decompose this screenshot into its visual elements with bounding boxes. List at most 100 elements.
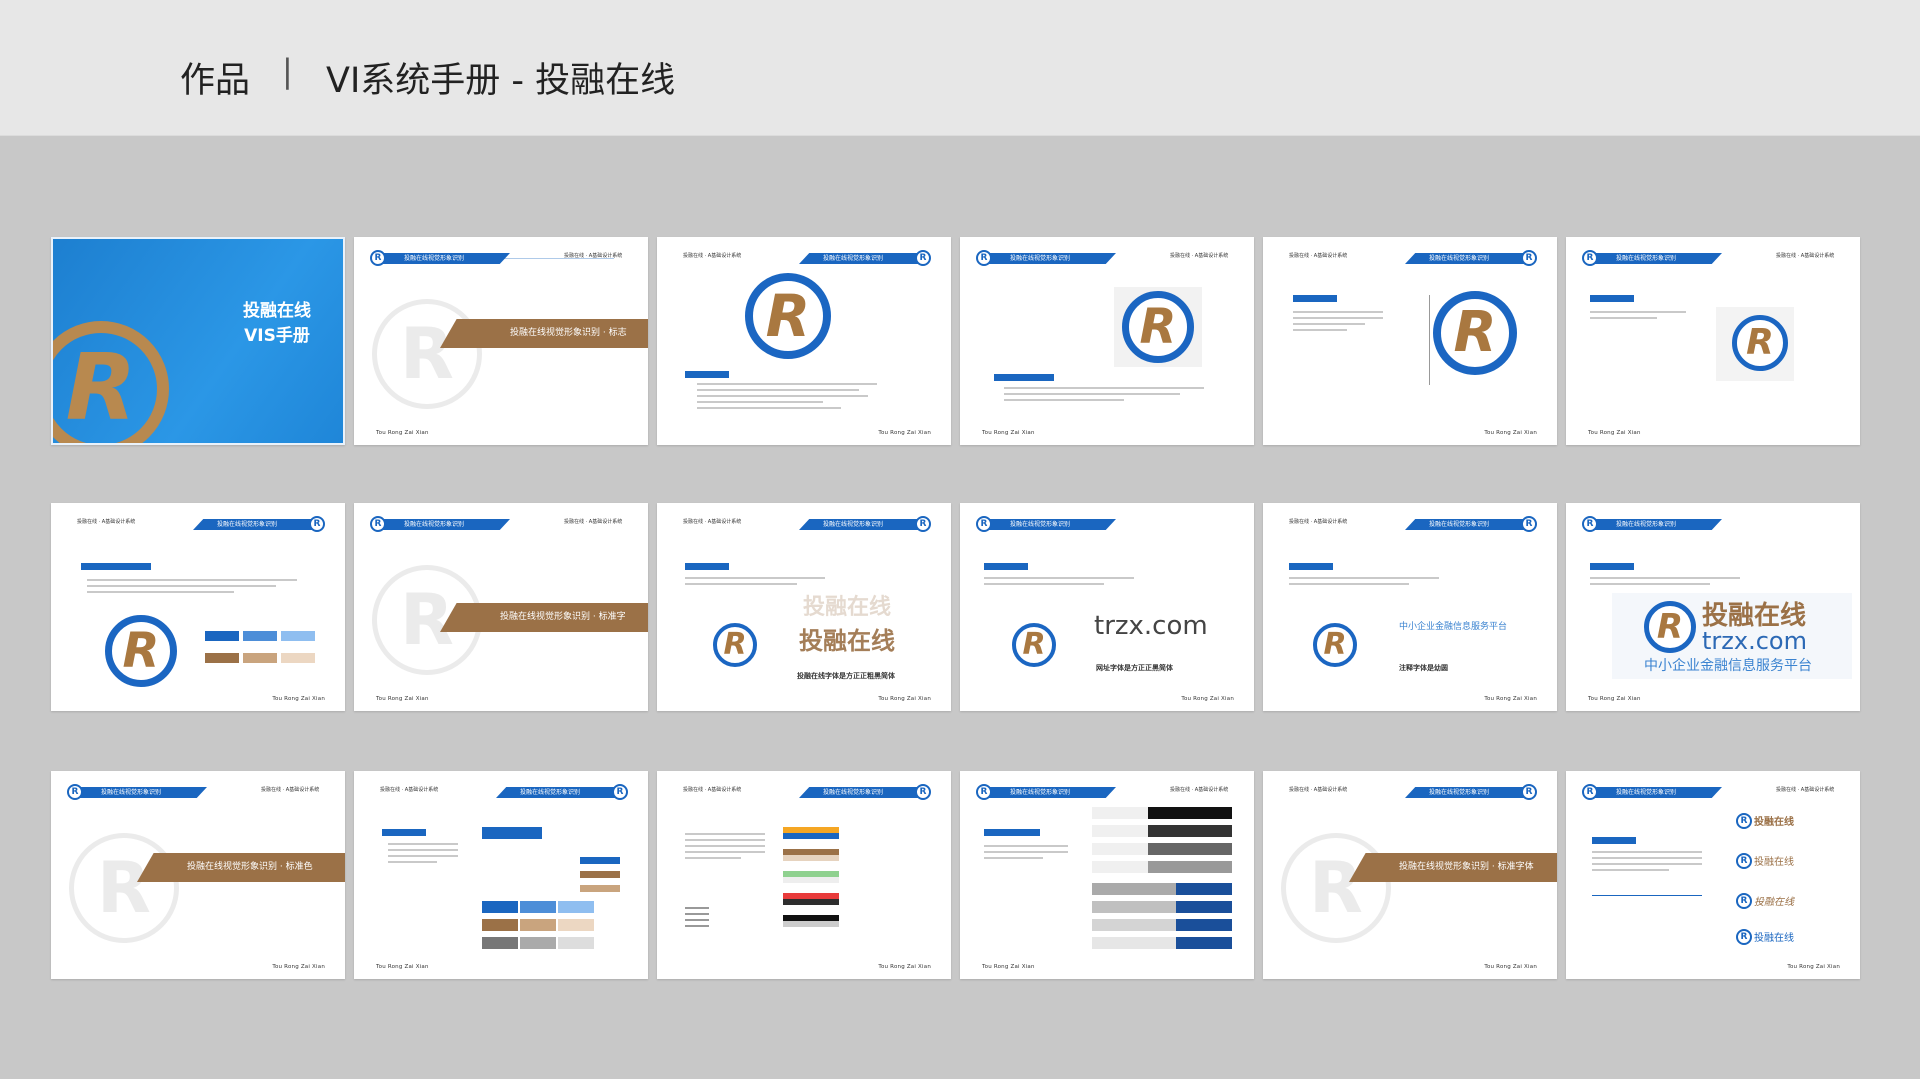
color-swatch: [482, 937, 518, 949]
slide-font-cn[interactable]: 投融在线 · A基础设计系统 投融在线视觉形象识别 R R 投融在线 投融在线 …: [657, 503, 951, 711]
section-band: 投融在线视觉形象识别 · 标准字: [440, 603, 648, 632]
footer-text: Tou Rong Zai Xian: [1787, 964, 1840, 970]
mini-logo-icon: R: [1582, 250, 1598, 266]
color-swatch: [205, 631, 239, 641]
label-tag: [1590, 295, 1634, 302]
brand-name-outline: 投融在线: [803, 595, 892, 620]
watermark-logo-icon: R: [69, 833, 179, 943]
gray-stripe: [1092, 825, 1232, 837]
header-strip: 投融在线视觉形象识别: [382, 519, 510, 530]
footer-text: Tou Rong Zai Xian: [376, 696, 429, 702]
label-tag: [382, 829, 426, 836]
slide-logo-grid[interactable]: 投融在线视觉形象识别 R 投融在线 · A基础设计系统 R Tou Rong Z…: [960, 237, 1254, 445]
cover-title: 投融在线 VIS手册: [243, 301, 311, 346]
slide-section-font[interactable]: R 投融在线视觉形象识别 R 投融在线 · A基础设计系统 投融在线视觉形象识别…: [354, 503, 648, 711]
header-title: VI系统手册 - 投融在线: [326, 61, 676, 101]
slide-section-type[interactable]: R 投融在线 · A基础设计系统 投融在线视觉形象识别 R 投融在线视觉形象识别…: [1263, 771, 1557, 979]
gray-stripe: [1092, 883, 1232, 895]
label-tag: [81, 563, 151, 570]
logo-icon: R: [1732, 315, 1788, 371]
gray-stripe: [1092, 807, 1232, 819]
mini-logo-icon: R: [309, 516, 325, 532]
footer-text: Tou Rong Zai Xian: [272, 964, 325, 970]
brand-name: 投融在线: [799, 627, 895, 655]
color-swatch: [580, 885, 620, 892]
slide-logo-main[interactable]: 投融在线 · A基础设计系统 投融在线视觉形象识别 R R Tou Rong Z…: [657, 237, 951, 445]
mini-logo-icon: R: [976, 250, 992, 266]
footer-text: Tou Rong Zai Xian: [878, 696, 931, 702]
header-subtitle: 投融在线 · A基础设计系统: [683, 787, 742, 793]
header-strip: 投融在线视觉形象识别: [988, 787, 1116, 798]
mini-logo-icon: R: [1736, 853, 1752, 869]
header-strip: 投融在线视觉形象识别: [988, 519, 1116, 530]
label-tag: [1590, 563, 1634, 570]
slide-logo-grayscale[interactable]: 投融在线视觉形象识别 R 投融在线 · A基础设计系统 Tou Rong Zai…: [960, 771, 1254, 979]
mini-logo-icon: R: [1521, 784, 1537, 800]
header-subtitle: 投融在线 · A基础设计系统: [1289, 253, 1348, 259]
mini-logo-icon: R: [915, 250, 931, 266]
slide-aux-colors[interactable]: 投融在线 · A基础设计系统 投融在线视觉形象识别 R Tou Rong Zai…: [657, 771, 951, 979]
slide-section-logo[interactable]: R 投融在线视觉形象识别 R 投融在线 · A基础设计系统 投融在线视觉形象识别…: [354, 237, 648, 445]
mini-logo-icon: R: [1582, 516, 1598, 532]
slide-section-color[interactable]: R 投融在线视觉形象识别 R 投融在线 · A基础设计系统 投融在线视觉形象识别…: [51, 771, 345, 979]
label-tag: [984, 563, 1028, 570]
header-subtitle: 投融在线 · A基础设计系统: [1289, 787, 1348, 793]
header-subtitle: 投融在线 · A基础设计系统: [261, 787, 320, 793]
font-caption: 网址字体是方正正黑简体: [1096, 664, 1173, 672]
slide-font-url[interactable]: 投融在线视觉形象识别 R R trzx.com 网址字体是方正正黑简体 Tou …: [960, 503, 1254, 711]
header-strip: 投融在线视觉形象识别: [496, 787, 624, 798]
footer-text: Tou Rong Zai Xian: [1588, 430, 1641, 436]
mini-logo-icon: R: [976, 784, 992, 800]
typeface-sample: 投融在线: [1754, 817, 1794, 828]
header-subtitle: 投融在线 · A基础设计系统: [564, 253, 623, 259]
label-tag: [685, 563, 729, 570]
typeface-sample: 投融在线: [1754, 933, 1794, 944]
gray-stripe: [1092, 937, 1232, 949]
logo-icon: R: [1012, 623, 1056, 667]
slide-color-spec[interactable]: 投融在线 · A基础设计系统 投融在线视觉形象识别 R Tou Rong Zai…: [354, 771, 648, 979]
color-codes: [685, 907, 709, 931]
body-text: [984, 577, 1134, 589]
header-strip: 投融在线视觉形象识别: [988, 253, 1116, 264]
color-swatch: [281, 653, 315, 663]
slide-font-slogan[interactable]: 投融在线 · A基础设计系统 投融在线视觉形象识别 R R 中小企业金融信息服务…: [1263, 503, 1557, 711]
watermark-logo-icon: R: [372, 299, 482, 409]
color-swatch: [558, 937, 594, 949]
slide-logo-lockup[interactable]: 投融在线视觉形象识别 R R 投融在线 trzx.com 中小企业金融信息服务平…: [1566, 503, 1860, 711]
logo-icon: R: [1433, 291, 1517, 375]
color-stripe: [783, 849, 839, 861]
label-tag: [984, 829, 1040, 836]
typeface-sample: 投融在线: [1754, 857, 1794, 868]
footer-text: Tou Rong Zai Xian: [272, 696, 325, 702]
color-stripe: [783, 915, 839, 927]
footer-text: Tou Rong Zai Xian: [1484, 430, 1537, 436]
header-subtitle: 投融在线 · A基础设计系统: [1170, 253, 1229, 259]
font-caption: 注释字体是幼圆: [1399, 664, 1448, 672]
slide-typeface-samples[interactable]: 投融在线视觉形象识别 R 投融在线 · A基础设计系统 R 投融在线 R 投融在…: [1566, 771, 1860, 979]
header-strip: 投融在线视觉形象识别: [79, 787, 207, 798]
color-swatch: [558, 919, 594, 931]
body-text: [1293, 311, 1383, 335]
color-swatch: [580, 857, 620, 864]
color-swatch: [520, 919, 556, 931]
slogan: 中小企业金融信息服务平台: [1399, 622, 1508, 632]
footer-text: Tou Rong Zai Xian: [982, 430, 1035, 436]
slide-logo-colors[interactable]: 投融在线 · A基础设计系统 投融在线视觉形象识别 R R Tou Rong Z…: [51, 503, 345, 711]
logo-icon: R: [1644, 601, 1696, 653]
label-tag: [1592, 837, 1636, 844]
footer-text: Tou Rong Zai Xian: [878, 430, 931, 436]
header-subtitle: 投融在线 · A基础设计系统: [1776, 787, 1835, 793]
footer-text: Tou Rong Zai Xian: [376, 430, 429, 436]
slide-logo-spec[interactable]: 投融在线 · A基础设计系统 投融在线视觉形象识别 R R Tou Rong Z…: [1263, 237, 1557, 445]
color-stripe: [783, 827, 839, 839]
header-strip: 投融在线视觉形象识别: [382, 253, 510, 264]
body-text: [1590, 311, 1686, 323]
color-swatch: [558, 901, 594, 913]
header-strip: 投融在线视觉形象识别: [1405, 519, 1533, 530]
slide-logo-minsize[interactable]: 投融在线视觉形象识别 R 投融在线 · A基础设计系统 R Tou Rong Z…: [1566, 237, 1860, 445]
footer-text: Tou Rong Zai Xian: [1181, 696, 1234, 702]
gray-stripe: [1092, 843, 1232, 855]
footer-text: Tou Rong Zai Xian: [1484, 964, 1537, 970]
slide-cover[interactable]: R 投融在线 VIS手册: [51, 237, 345, 445]
mini-logo-icon: R: [67, 784, 83, 800]
